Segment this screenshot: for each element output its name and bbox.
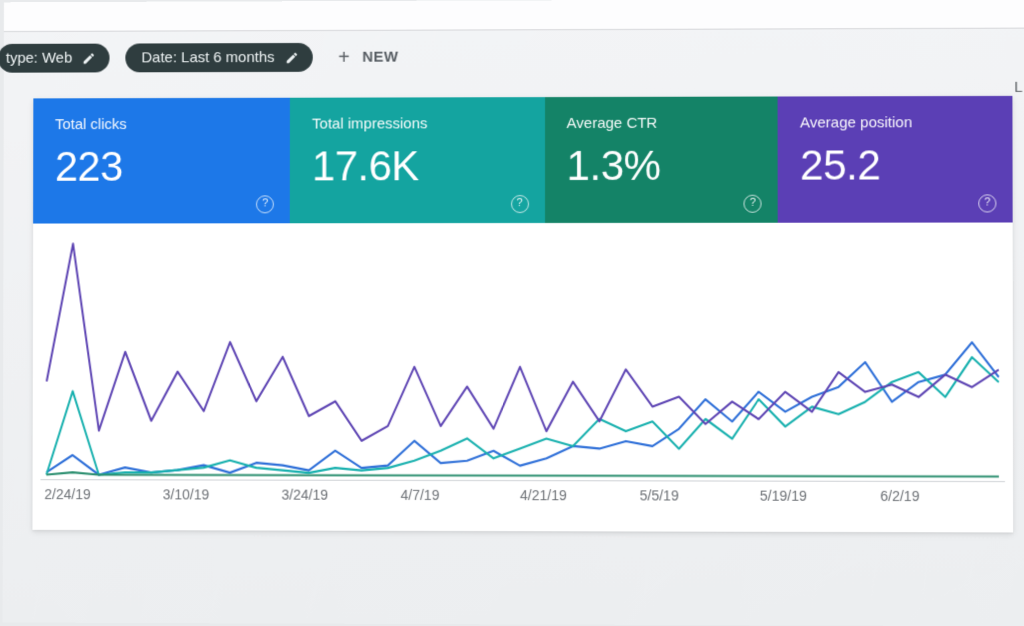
x-axis-tick: 6/2/19: [880, 488, 1001, 504]
metric-tile-clicks[interactable]: Total clicks 223 ?: [33, 98, 290, 224]
x-axis-tick: 4/7/19: [401, 487, 520, 503]
new-filter-button[interactable]: + NEW: [328, 43, 408, 72]
chart-x-axis: 2/24/193/10/193/24/194/7/194/21/195/5/19…: [40, 486, 1005, 518]
filter-bar: type: Web Date: Last 6 months + NEW: [4, 29, 1024, 91]
metric-label: Average position: [800, 114, 990, 131]
x-axis-tick: 3/10/19: [163, 486, 282, 502]
metric-value: 223: [55, 143, 268, 191]
metric-tile-ctr[interactable]: Average CTR 1.3% ?: [545, 97, 778, 223]
truncated-text-right: L: [1014, 79, 1022, 96]
metrics-row: Total clicks 223 ? Total impressions 17.…: [33, 96, 1013, 224]
metric-value: 17.6K: [312, 142, 523, 190]
filter-chip-date-label: Date: Last 6 months: [141, 49, 274, 66]
pencil-icon: [82, 51, 96, 65]
metric-tile-position[interactable]: Average position 25.2 ?: [778, 96, 1013, 223]
chart-series-line: [46, 472, 998, 476]
line-chart-svg: [40, 227, 1005, 489]
help-icon[interactable]: ?: [744, 195, 762, 213]
metric-tile-impressions[interactable]: Total impressions 17.6K ?: [290, 97, 545, 223]
x-axis-tick: 3/24/19: [281, 487, 400, 503]
help-icon[interactable]: ?: [256, 195, 274, 213]
pencil-icon: [284, 50, 298, 64]
chart-series-line: [47, 243, 999, 442]
top-border: [4, 0, 1024, 32]
metric-label: Total clicks: [55, 116, 268, 133]
page: type: Web Date: Last 6 months + NEW L To…: [3, 0, 1024, 626]
metric-value: 25.2: [800, 141, 990, 189]
metric-label: Average CTR: [567, 115, 756, 132]
help-icon[interactable]: ?: [978, 194, 996, 212]
x-axis-tick: 5/5/19: [640, 487, 760, 503]
performance-card: Total clicks 223 ? Total impressions 17.…: [32, 96, 1013, 533]
new-filter-label: NEW: [362, 49, 398, 66]
metric-value: 1.3%: [567, 142, 756, 190]
chart-series-line: [46, 342, 998, 477]
filter-chip-date[interactable]: Date: Last 6 months: [126, 43, 313, 72]
filter-chip-type[interactable]: type: Web: [0, 44, 110, 73]
x-axis-tick: 5/19/19: [760, 488, 880, 504]
metric-label: Total impressions: [312, 115, 523, 132]
help-icon[interactable]: ?: [511, 195, 529, 213]
x-axis-tick: 2/24/19: [44, 486, 162, 502]
filter-chip-type-label: type: Web: [6, 50, 72, 67]
x-axis-tick: 4/21/19: [520, 487, 640, 503]
performance-chart: 2/24/193/10/193/24/194/7/194/21/195/5/19…: [32, 223, 1013, 533]
